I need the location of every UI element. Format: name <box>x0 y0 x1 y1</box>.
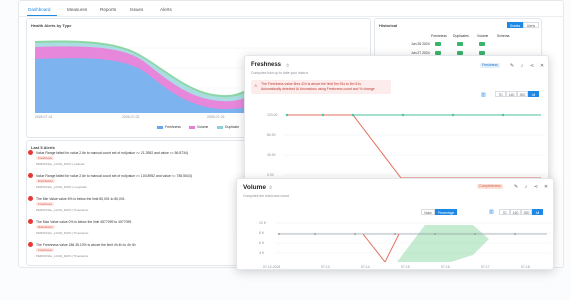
range-7d[interactable]: 7D <box>495 91 506 97</box>
alert-icon <box>28 150 33 155</box>
edit-icon[interactable]: ✎ <box>513 184 519 190</box>
health-x-tick-2: 2025-07-03 <box>207 115 225 119</box>
alert-message: The Freshness value 186 35.10% is above … <box>36 243 136 247</box>
range-all[interactable]: All <box>528 91 539 97</box>
volume-expected-band <box>397 225 489 262</box>
legend-swatch-freshness <box>157 126 163 129</box>
freshness-info-icon[interactable]: ⏱ <box>286 63 289 68</box>
alert-icon <box>28 196 33 201</box>
freshness-title: Freshness <box>251 62 282 68</box>
freshness-y-tick: 40.00 <box>267 153 276 157</box>
alert-source: PERSONAL_LOAN_DATA | Longitude <box>36 185 87 189</box>
last-alerts-title: Last 5 Alerts <box>31 145 55 150</box>
alert-type-badge: Distribution <box>36 225 56 229</box>
share-icon[interactable]: ⋖ <box>533 184 539 190</box>
alert-type-badge: Freshness <box>36 202 55 206</box>
volume-panel: Volume ⏱ Computes the total rows count C… <box>236 178 554 270</box>
volume-subtitle: Computes the total rows count <box>243 194 289 198</box>
share-icon[interactable]: ⋖ <box>529 63 535 69</box>
volume-actual-line-2 <box>384 233 400 263</box>
alert-message: The Max Value value 0% is below the limi… <box>36 220 132 224</box>
freshness-tag: Freshness <box>480 63 500 68</box>
historical-toggle-alerts[interactable]: Alerts <box>523 22 539 28</box>
alert-icon <box>28 242 33 247</box>
alert-source: PERSONAL_LOAN_DATA | Timestamp <box>36 254 89 258</box>
legend-swatch-duplicate <box>217 126 223 129</box>
alert-icon <box>28 219 33 224</box>
grade-cell[interactable] <box>479 42 485 46</box>
historical-col-schema: Schema <box>497 34 510 38</box>
health-x-tick-0: 2025-07-01 <box>35 115 53 119</box>
volume-x-tick: 07-16 <box>441 265 450 269</box>
bell-icon[interactable]: ♪ <box>519 63 525 69</box>
health-x-tick-1: 2025-07-02 <box>122 115 140 119</box>
freshness-alert-banner: ⚠ The Freshness value 6hrs 41h is above … <box>251 80 391 94</box>
volume-title: Volume <box>243 184 266 191</box>
tab-measures[interactable]: Measures <box>67 7 87 12</box>
grade-cell[interactable] <box>457 42 463 46</box>
alert-icon <box>28 173 33 178</box>
volume-y-tick: 4 K <box>259 251 265 255</box>
freshness-subtitle: Computes how up to date your data is <box>251 71 309 75</box>
freshness-actual-line <box>287 114 541 179</box>
alert-message: Value Range failed for value 2.6e to man… <box>36 151 189 155</box>
volume-tag: Completeness <box>477 184 503 189</box>
tab-alerts[interactable]: Alerts <box>160 7 172 12</box>
bell-icon[interactable]: ♪ <box>523 184 529 190</box>
legend-label-freshness: Freshness <box>165 125 181 129</box>
volume-x-tick: 07-14 <box>361 265 370 269</box>
volume-x-tick: 07-12-2024 <box>263 265 281 269</box>
historical-col-freshness: Freshness <box>431 34 447 38</box>
historical-col-duplicates: Duplicates <box>453 34 469 38</box>
legend-swatch-volume <box>189 126 195 129</box>
warning-icon: ⚠ <box>254 83 258 88</box>
alert-source: PERSONAL_LOAN_DATA | Latitude <box>36 162 85 166</box>
volume-actual-line <box>362 233 386 263</box>
tab-reports[interactable]: Reports <box>100 7 116 12</box>
freshness-chart <box>283 113 545 179</box>
edit-icon[interactable]: ✎ <box>509 63 515 69</box>
legend-label-volume: Volume <box>197 125 209 129</box>
range-30d[interactable]: 30D <box>517 91 528 97</box>
alert-type-badge: Distribution <box>36 179 56 183</box>
range-14d[interactable]: 14D <box>506 91 517 97</box>
historical-col-volume: Volume <box>477 34 489 38</box>
legend-label-duplicate: Duplicate <box>225 125 240 129</box>
alert-source: PERSONAL_LOAN_DATA | Timestamp <box>36 231 89 235</box>
volume-x-tick: 07-13 <box>321 265 330 269</box>
volume-info-icon[interactable]: ⏱ <box>269 185 272 190</box>
tabs-divider <box>19 16 563 17</box>
freshness-alert-line2: Automatically detected AI Anomalous usin… <box>261 87 375 91</box>
freshness-y-tick: 120.00 <box>267 113 278 117</box>
alert-type-badge: Freshness <box>36 156 55 160</box>
chart-toggle-icon[interactable]: ▥ <box>481 92 486 98</box>
freshness-alert-line1: The Freshness value 6hrs 41h is above th… <box>261 82 361 86</box>
health-alerts-title: Health Alerts by Type <box>31 23 72 28</box>
historical-toggle-grades[interactable]: Grades <box>507 22 523 28</box>
volume-y-tick: 6 K <box>259 241 265 245</box>
volume-x-tick: 07-15 <box>401 265 410 269</box>
volume-x-tick: 07-18 <box>521 265 530 269</box>
alert-type-badge: Freshness <box>36 248 55 252</box>
volume-chart <box>275 222 551 263</box>
close-icon[interactable]: ✕ <box>539 63 545 69</box>
freshness-y-tick: 0.00 <box>267 173 274 177</box>
volume-y-tick: 8 K <box>259 231 265 235</box>
freshness-y-tick: 80.00 <box>267 133 276 137</box>
volume-y-tick: 10 K <box>259 221 266 225</box>
grade-cell[interactable] <box>435 42 441 46</box>
alert-message: Value Range failed for value 2.6e to man… <box>36 174 192 178</box>
tab-issues[interactable]: Issues <box>130 7 143 12</box>
close-icon[interactable]: ✕ <box>543 184 549 190</box>
historical-row-date: Jun 26 2024 <box>411 42 430 46</box>
alert-source: PERSONAL_LOAN_DATA | Timestamp <box>36 208 89 212</box>
volume-x-tick: 07-17 <box>481 265 490 269</box>
alert-message: The Min Value value 6% is below the limi… <box>36 197 125 201</box>
historical-title: Historical <box>379 23 398 28</box>
tab-dashboard[interactable]: Dashboard <box>28 7 50 12</box>
last-alerts-card: Last 5 Alerts <box>26 140 246 266</box>
